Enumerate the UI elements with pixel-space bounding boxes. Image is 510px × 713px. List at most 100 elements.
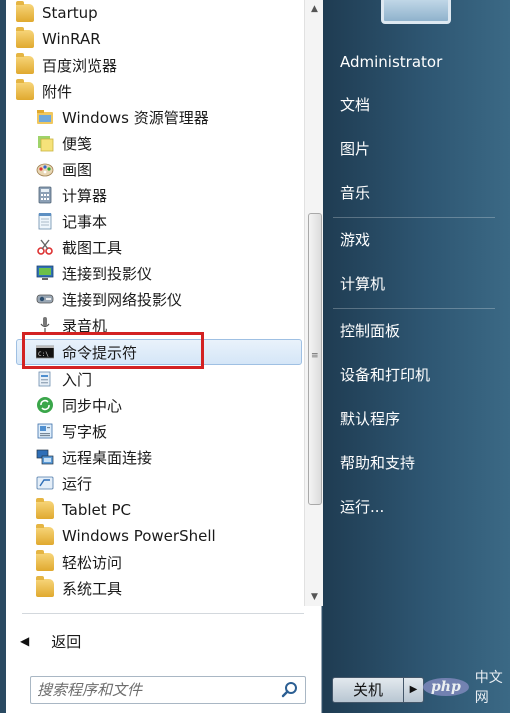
- watermark-text: 中文网: [474, 670, 503, 706]
- menu-item-user[interactable]: Administrator: [340, 51, 442, 73]
- program-label: 截图工具: [62, 238, 123, 257]
- network-projector-icon: [36, 290, 54, 308]
- program-item-winrar[interactable]: WinRAR: [16, 26, 101, 52]
- getting-started-icon: [36, 370, 54, 388]
- program-label: 系统工具: [62, 579, 123, 598]
- program-label: Tablet PC: [62, 501, 131, 519]
- program-label: Windows 资源管理器: [62, 108, 209, 127]
- program-label: 写字板: [62, 422, 108, 441]
- menu-separator: [333, 217, 495, 218]
- folder-icon: [16, 53, 34, 74]
- program-label: 运行: [62, 474, 93, 493]
- program-label: 计算器: [62, 186, 108, 205]
- program-label: Windows PowerShell: [62, 527, 216, 545]
- program-item-calculator[interactable]: 计算器: [36, 182, 107, 208]
- back-button[interactable]: ◀ 返回: [20, 628, 81, 654]
- search-box[interactable]: [30, 676, 306, 704]
- explorer-icon: [36, 108, 54, 126]
- program-item-command-prompt[interactable]: C:\ 命令提示符: [16, 339, 302, 365]
- program-item-wordpad[interactable]: 写字板: [36, 418, 107, 444]
- program-item-getting-started[interactable]: 入门: [36, 366, 92, 392]
- program-item-connect-projector[interactable]: 连接到投影仪: [36, 260, 152, 286]
- right-menu-panel: Administrator 文档 图片 音乐 游戏 计算机 控制面板 设备和打印…: [323, 0, 510, 713]
- search-input[interactable]: [37, 680, 273, 700]
- program-label: 命令提示符: [62, 343, 138, 362]
- php-logo: php: [423, 678, 469, 696]
- program-item-remote-desktop[interactable]: 远程桌面连接: [36, 444, 152, 470]
- program-item-accessories[interactable]: 附件: [16, 78, 72, 104]
- svg-text:C:\: C:\: [38, 351, 49, 358]
- program-item-windows-powershell[interactable]: Windows PowerShell: [36, 523, 216, 549]
- folder-icon: [16, 79, 34, 100]
- program-label: 同步中心: [62, 396, 123, 415]
- notepad-icon: [36, 212, 54, 230]
- left-arrow-icon: ◀: [20, 634, 30, 648]
- program-label: Startup: [42, 4, 98, 22]
- program-label: 便笺: [62, 134, 93, 153]
- program-item-explorer[interactable]: Windows 资源管理器: [36, 104, 209, 130]
- program-item-startup[interactable]: Startup: [16, 0, 98, 26]
- program-item-system-tools[interactable]: 系统工具: [36, 575, 122, 601]
- sticky-notes-icon: [36, 134, 54, 152]
- back-label: 返回: [51, 632, 82, 651]
- program-label: 连接到网络投影仪: [62, 290, 183, 309]
- shutdown-options-arrow-icon[interactable]: ▶: [404, 677, 424, 703]
- folder-icon: [36, 576, 54, 597]
- scroll-up-arrow-icon[interactable]: ▲: [305, 0, 324, 18]
- program-label: 百度浏览器: [42, 56, 118, 75]
- folder-icon: [16, 1, 34, 22]
- projector-icon: [36, 264, 54, 282]
- program-label: 入门: [62, 370, 93, 389]
- program-item-paint[interactable]: 画图: [36, 156, 92, 182]
- run-icon: [36, 474, 54, 492]
- scroll-thumb[interactable]: ≡: [308, 213, 322, 505]
- program-label: WinRAR: [42, 30, 101, 48]
- menu-item-devices-printers[interactable]: 设备和打印机: [340, 364, 430, 386]
- folder-icon: [16, 27, 34, 48]
- folder-icon: [36, 550, 54, 571]
- folder-icon: [36, 498, 54, 519]
- program-label: 连接到投影仪: [62, 264, 153, 283]
- program-item-run[interactable]: 运行: [36, 470, 92, 496]
- menu-item-pictures[interactable]: 图片: [340, 138, 370, 160]
- menu-item-control-panel[interactable]: 控制面板: [340, 320, 400, 342]
- program-label: 附件: [42, 82, 73, 101]
- folder-icon: [36, 524, 54, 545]
- program-item-sound-recorder[interactable]: 录音机: [36, 312, 107, 338]
- user-avatar[interactable]: [381, 0, 451, 24]
- search-icon[interactable]: [281, 681, 299, 699]
- sync-center-icon: [36, 396, 54, 414]
- shutdown-button[interactable]: 关机: [332, 677, 404, 703]
- menu-item-computer[interactable]: 计算机: [340, 273, 385, 295]
- program-item-tablet-pc[interactable]: Tablet PC: [36, 497, 131, 523]
- menu-item-games[interactable]: 游戏: [340, 229, 370, 251]
- program-list-scrollbar[interactable]: ▲ ≡ ▼: [304, 0, 324, 606]
- menu-item-default-programs[interactable]: 默认程序: [340, 408, 400, 430]
- programs-panel: Startup WinRAR 百度浏览器 附件 Windows 资源管理器 便笺: [6, 0, 324, 713]
- scroll-down-arrow-icon[interactable]: ▼: [305, 588, 324, 606]
- menu-separator: [333, 308, 495, 309]
- program-item-sticky-notes[interactable]: 便笺: [36, 130, 92, 156]
- program-item-connect-network-projector[interactable]: 连接到网络投影仪: [36, 286, 182, 312]
- watermark: php 中文网: [423, 667, 510, 707]
- program-item-ease-of-access[interactable]: 轻松访问: [36, 549, 122, 575]
- program-label: 远程桌面连接: [62, 448, 153, 467]
- remote-desktop-icon: [36, 448, 54, 466]
- calculator-icon: [36, 186, 54, 204]
- program-label: 画图: [62, 160, 93, 179]
- microphone-icon: [36, 316, 54, 334]
- program-item-baidu-browser[interactable]: 百度浏览器: [16, 52, 117, 78]
- program-list: Startup WinRAR 百度浏览器 附件 Windows 资源管理器 便笺: [6, 0, 304, 606]
- program-label: 轻松访问: [62, 553, 123, 572]
- program-item-snipping-tool[interactable]: 截图工具: [36, 234, 122, 260]
- menu-item-documents[interactable]: 文档: [340, 94, 370, 116]
- program-item-sync-center[interactable]: 同步中心: [36, 392, 122, 418]
- grip-icon: ≡: [311, 351, 319, 361]
- program-item-notepad[interactable]: 记事本: [36, 208, 107, 234]
- divider: [22, 613, 304, 614]
- menu-item-run[interactable]: 运行...: [340, 496, 384, 518]
- menu-item-music[interactable]: 音乐: [340, 182, 370, 204]
- menu-item-help-support[interactable]: 帮助和支持: [340, 452, 415, 474]
- wordpad-icon: [36, 422, 54, 440]
- program-label: 记事本: [62, 212, 108, 231]
